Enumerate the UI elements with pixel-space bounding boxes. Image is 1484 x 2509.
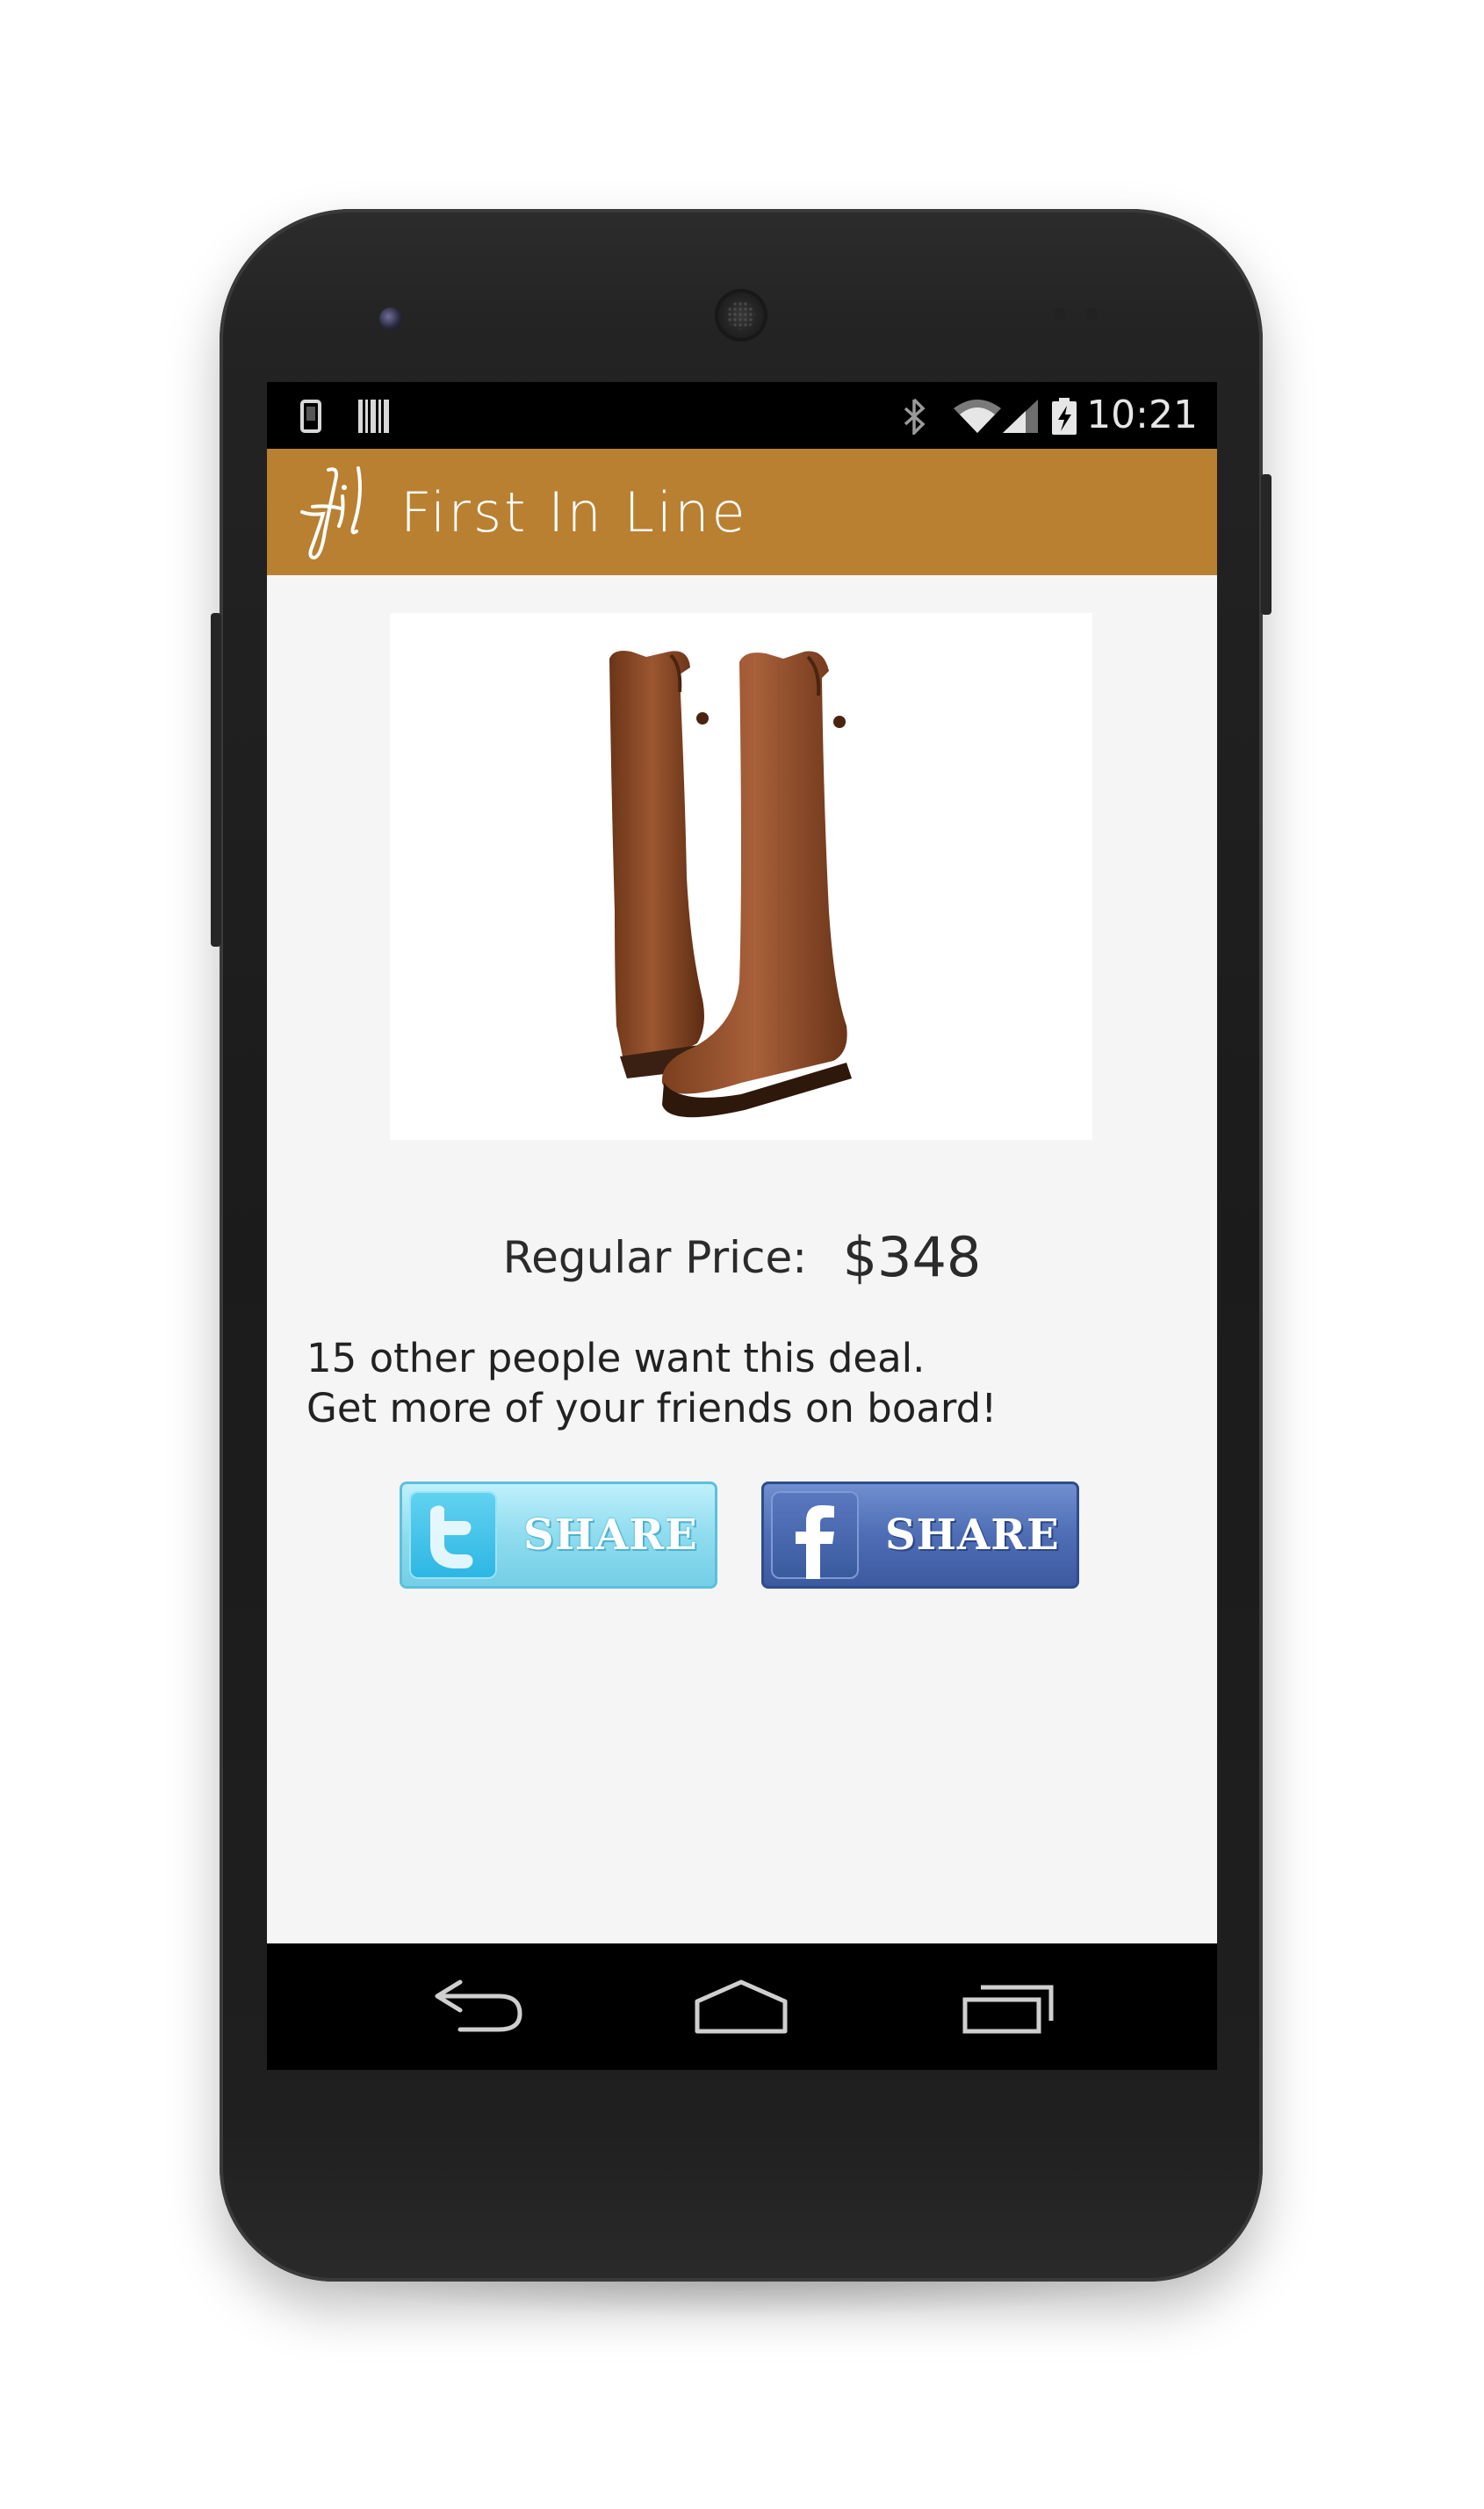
- facebook-share-button[interactable]: SHARE: [761, 1482, 1079, 1589]
- wifi-icon: [954, 400, 1001, 433]
- power-button: [1261, 474, 1271, 615]
- price-value: $348: [842, 1225, 982, 1289]
- recents-icon[interactable]: [956, 1975, 1062, 2038]
- screen: 10:21 First In Line Regular Price: $348 …: [267, 382, 1217, 2070]
- action-bar: First In Line: [267, 449, 1217, 575]
- product-image: [390, 613, 1092, 1140]
- home-icon[interactable]: [688, 1975, 794, 2038]
- earpiece-speaker: [715, 289, 767, 342]
- proximity-sensor: [1054, 307, 1066, 320]
- twitter-share-label: SHARE: [523, 1510, 698, 1560]
- barcode-icon: [358, 400, 389, 433]
- bluetooth-icon: [904, 398, 926, 435]
- signal-icon: [1003, 400, 1038, 433]
- price-row: Regular Price: $348: [267, 1225, 1217, 1289]
- twitter-badge: [409, 1491, 497, 1579]
- back-icon[interactable]: [425, 1975, 530, 2038]
- facebook-badge: [771, 1491, 859, 1579]
- boots-image: [609, 651, 852, 1118]
- battery-charging-icon: [1052, 398, 1077, 435]
- deal-message: 15 other people want this deal. Get more…: [306, 1333, 1185, 1433]
- front-camera: [379, 307, 402, 330]
- deal-line-2: Get more of your friends on board!: [306, 1385, 998, 1431]
- twitter-share-button[interactable]: SHARE: [400, 1482, 717, 1589]
- status-time: 10:21: [1086, 393, 1198, 437]
- facebook-share-label: SHARE: [885, 1510, 1060, 1560]
- facebook-icon: [796, 1505, 834, 1579]
- app-logo-icon[interactable]: [293, 461, 372, 565]
- volume-button: [211, 613, 221, 947]
- light-sensor: [1085, 307, 1098, 320]
- status-bar: 10:21: [267, 382, 1217, 449]
- app-title: First In Line: [400, 480, 748, 544]
- twitter-icon: [430, 1505, 473, 1568]
- navigation-bar: [267, 1943, 1217, 2070]
- price-label: Regular Price:: [502, 1231, 808, 1283]
- deal-line-1: 15 other people want this deal.: [306, 1335, 926, 1381]
- phone-icon: [300, 400, 321, 433]
